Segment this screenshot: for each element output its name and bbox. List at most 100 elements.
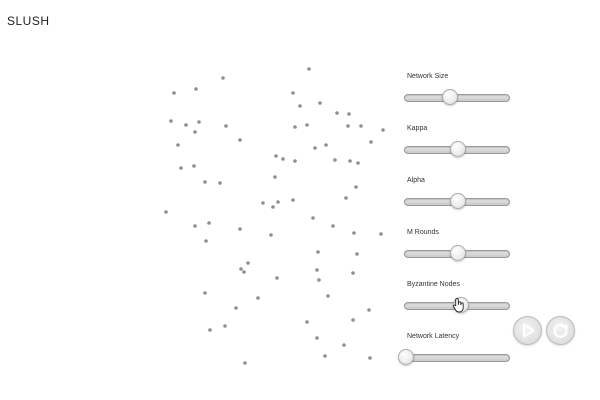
kappa-label: Kappa — [407, 125, 428, 132]
network-latency-label: Network Latency — [407, 333, 460, 340]
network-node — [238, 227, 242, 231]
m-rounds-slider[interactable] — [404, 245, 510, 261]
network-node — [315, 336, 319, 340]
network-node — [261, 201, 265, 205]
network-latency-control: Network Latency — [398, 330, 514, 382]
network-node — [256, 296, 260, 300]
network-node — [281, 157, 285, 161]
network-node — [317, 278, 321, 282]
network-node — [379, 232, 383, 236]
network-size-slider[interactable] — [404, 89, 510, 105]
network-node — [275, 276, 279, 280]
network-node — [291, 198, 295, 202]
network-node — [276, 200, 280, 204]
network-node — [331, 224, 335, 228]
network-node — [203, 180, 207, 184]
alpha-slider-thumb[interactable] — [450, 193, 466, 209]
network-node — [335, 111, 339, 115]
network-node — [273, 175, 277, 179]
network-node — [242, 270, 246, 274]
network-node — [351, 318, 355, 322]
network-node — [246, 261, 250, 265]
kappa-control: Kappa — [404, 122, 514, 174]
network-node — [271, 205, 275, 209]
network-node — [318, 101, 322, 105]
network-latency-slider[interactable] — [398, 349, 510, 365]
network-size-slider-thumb[interactable] — [441, 89, 458, 105]
network-node — [351, 271, 355, 275]
network-node — [344, 196, 348, 200]
network-node — [348, 159, 352, 163]
network-node — [324, 143, 328, 147]
alpha-label: Alpha — [407, 177, 425, 184]
network-size-control: Network Size — [404, 70, 514, 122]
network-node — [346, 124, 350, 128]
network-size-label: Network Size — [407, 73, 449, 80]
kappa-slider[interactable] — [404, 141, 510, 157]
network-node — [243, 361, 247, 365]
network-node — [207, 221, 211, 225]
network-node — [347, 112, 351, 116]
network-latency-slider-thumb[interactable] — [398, 349, 414, 365]
reset-button[interactable] — [546, 316, 575, 345]
m-rounds-label: M Rounds — [407, 229, 439, 236]
network-node — [342, 343, 346, 347]
hand-cursor-icon — [453, 298, 464, 313]
network-node — [223, 324, 227, 328]
network-node — [197, 120, 201, 124]
network-node — [179, 166, 183, 170]
network-node — [368, 356, 372, 360]
network-node — [313, 146, 317, 150]
network-node — [293, 125, 297, 129]
network-node — [323, 354, 327, 358]
network-node — [354, 185, 358, 189]
m-rounds-control: M Rounds — [404, 226, 514, 278]
network-node — [169, 119, 173, 123]
controls-panel: Network Size Kappa Alpha M Rounds Byzant… — [398, 70, 514, 382]
network-node — [203, 291, 207, 295]
network-node — [311, 216, 315, 220]
network-node — [359, 124, 363, 128]
network-node — [184, 123, 188, 127]
network-node — [305, 123, 309, 127]
play-button[interactable] — [513, 316, 542, 345]
network-node — [305, 320, 309, 324]
byzantine-nodes-label: Byzantine Nodes — [407, 281, 460, 288]
network-node — [381, 128, 385, 132]
network-node — [193, 130, 197, 134]
network-node — [315, 268, 319, 272]
network-node — [208, 328, 212, 332]
network-node — [293, 159, 297, 163]
network-node — [204, 239, 208, 243]
network-node — [367, 308, 371, 312]
network-node — [298, 104, 302, 108]
network-node — [164, 210, 168, 214]
network-node — [193, 224, 197, 228]
network-node — [234, 306, 238, 310]
network-node — [369, 140, 373, 144]
m-rounds-slider-thumb[interactable] — [450, 245, 466, 261]
network-node — [352, 231, 356, 235]
kappa-slider-thumb[interactable] — [450, 141, 466, 157]
alpha-control: Alpha — [404, 174, 514, 226]
network-node — [307, 67, 311, 71]
network-node — [333, 158, 337, 162]
network-node — [316, 250, 320, 254]
network-node — [192, 164, 196, 168]
alpha-slider[interactable] — [404, 193, 510, 209]
network-node — [224, 124, 228, 128]
network-node — [274, 154, 278, 158]
network-node — [194, 87, 198, 91]
network-node — [238, 138, 242, 142]
network-node — [291, 91, 295, 95]
network-node — [172, 91, 176, 95]
network-node — [355, 252, 359, 256]
network-node — [221, 76, 225, 80]
network-node — [176, 143, 180, 147]
refresh-icon — [553, 323, 568, 338]
network-node — [218, 181, 222, 185]
network-node — [239, 267, 243, 271]
network-node — [326, 294, 330, 298]
network-node — [356, 161, 360, 165]
play-icon — [523, 323, 535, 338]
